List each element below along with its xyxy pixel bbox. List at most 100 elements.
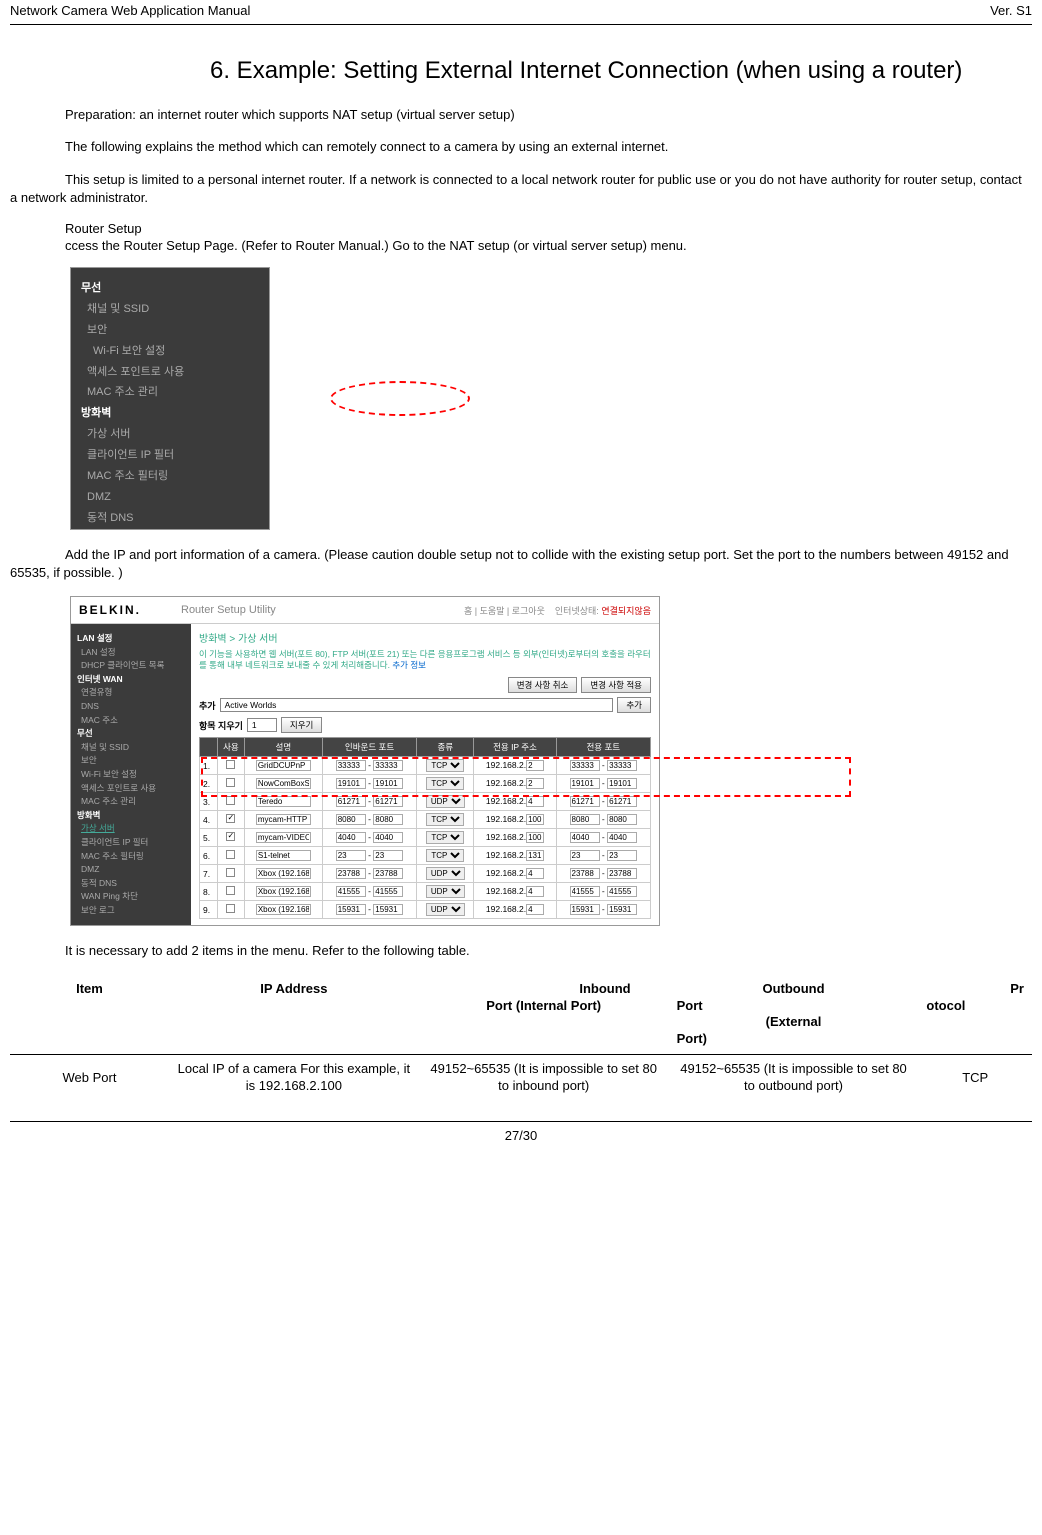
inbound-port1-input[interactable] <box>336 850 366 861</box>
menu-item[interactable]: 채널 및 SSID <box>71 299 269 320</box>
ip-input[interactable] <box>526 886 544 897</box>
inbound-port2-input[interactable] <box>373 760 403 771</box>
menu-item[interactable]: MAC 주소 관리 <box>71 382 269 403</box>
private-port1-input[interactable] <box>570 796 600 807</box>
cancel-button[interactable]: 변경 사항 취소 <box>508 677 578 693</box>
add-select[interactable]: Active Worlds <box>220 698 614 712</box>
sidebar-item[interactable]: 연결유형 <box>77 686 185 700</box>
inbound-port1-input[interactable] <box>336 886 366 897</box>
sidebar-item[interactable]: MAC 주소 관리 <box>77 795 185 809</box>
ip-input[interactable] <box>526 832 544 843</box>
inbound-port1-input[interactable] <box>336 814 366 825</box>
private-port2-input[interactable] <box>607 904 637 915</box>
sidebar-item[interactable]: 보안 로그 <box>77 904 185 918</box>
type-select[interactable]: TCP <box>426 777 464 790</box>
inbound-port2-input[interactable] <box>373 850 403 861</box>
sidebar-item-virtual-server[interactable]: 가상 서버 <box>77 822 185 836</box>
private-port1-input[interactable] <box>570 886 600 897</box>
enable-checkbox[interactable] <box>226 904 235 913</box>
private-port1-input[interactable] <box>570 814 600 825</box>
private-port1-input[interactable] <box>570 778 600 789</box>
ip-input[interactable] <box>526 904 544 915</box>
sidebar-item[interactable]: 채널 및 SSID <box>77 741 185 755</box>
inbound-port2-input[interactable] <box>373 778 403 789</box>
menu-item[interactable]: 클라이언트 IP 필터 <box>71 445 269 466</box>
menu-item[interactable]: 보안 <box>71 320 269 341</box>
ip-input[interactable] <box>526 760 544 771</box>
type-select[interactable]: TCP <box>426 849 464 862</box>
private-port1-input[interactable] <box>570 904 600 915</box>
inbound-port2-input[interactable] <box>373 886 403 897</box>
menu-item[interactable]: DMZ <box>71 487 269 508</box>
menu-item[interactable]: MAC 주소 필터링 <box>71 466 269 487</box>
ip-input[interactable] <box>526 814 544 825</box>
private-port2-input[interactable] <box>607 796 637 807</box>
type-select[interactable]: UDP <box>426 903 465 916</box>
inbound-port1-input[interactable] <box>336 760 366 771</box>
menu-item-virtual-server[interactable]: 가상 서버 <box>71 424 269 445</box>
desc-input[interactable] <box>256 904 311 915</box>
type-select[interactable]: UDP <box>426 867 465 880</box>
sidebar-item[interactable]: MAC 주소 필터링 <box>77 850 185 864</box>
inbound-port1-input[interactable] <box>336 832 366 843</box>
sidebar-item[interactable]: Wi-Fi 보안 설정 <box>77 768 185 782</box>
desc-input[interactable] <box>256 760 311 771</box>
sidebar-item[interactable]: 보안 <box>77 754 185 768</box>
private-port1-input[interactable] <box>570 832 600 843</box>
ip-input[interactable] <box>526 796 544 807</box>
sidebar-item[interactable]: DNS <box>77 700 185 714</box>
enable-checkbox[interactable] <box>226 796 235 805</box>
sidebar-item[interactable]: 액세스 포인트로 사용 <box>77 782 185 796</box>
desc-input[interactable] <box>256 796 311 807</box>
private-port1-input[interactable] <box>570 868 600 879</box>
menu-item[interactable]: 액세스 포인트로 사용 <box>71 362 269 383</box>
type-select[interactable]: UDP <box>426 885 465 898</box>
type-select[interactable]: TCP <box>426 831 464 844</box>
type-select[interactable]: UDP <box>426 795 465 808</box>
ip-input[interactable] <box>526 778 544 789</box>
enable-checkbox[interactable] <box>226 868 235 877</box>
desc-input[interactable] <box>256 778 311 789</box>
inbound-port2-input[interactable] <box>373 832 403 843</box>
private-port2-input[interactable] <box>607 886 637 897</box>
private-port1-input[interactable] <box>570 760 600 771</box>
sidebar-item[interactable]: 클라이언트 IP 필터 <box>77 836 185 850</box>
sidebar-item[interactable]: WAN Ping 차단 <box>77 890 185 904</box>
enable-checkbox[interactable] <box>226 850 235 859</box>
inbound-port2-input[interactable] <box>373 868 403 879</box>
clear-select[interactable]: 1 <box>247 718 277 732</box>
utility-nav-links[interactable]: 홈 | 도움말 | 로그아웃 <box>464 606 545 616</box>
inbound-port1-input[interactable] <box>336 904 366 915</box>
desc-input[interactable] <box>256 850 311 861</box>
sidebar-item[interactable]: MAC 주소 <box>77 714 185 728</box>
ip-input[interactable] <box>526 850 544 861</box>
inbound-port1-input[interactable] <box>336 868 366 879</box>
menu-item[interactable]: Wi-Fi 보안 설정 <box>71 341 269 362</box>
desc-input[interactable] <box>256 814 311 825</box>
desc-input[interactable] <box>256 886 311 897</box>
private-port2-input[interactable] <box>607 850 637 861</box>
utility-more-info-link[interactable]: 추가 정보 <box>392 660 426 670</box>
apply-button[interactable]: 변경 사항 적용 <box>581 677 651 693</box>
enable-checkbox[interactable] <box>226 886 235 895</box>
type-select[interactable]: TCP <box>426 813 464 826</box>
enable-checkbox[interactable] <box>226 760 235 769</box>
inbound-port2-input[interactable] <box>373 904 403 915</box>
private-port2-input[interactable] <box>607 814 637 825</box>
private-port2-input[interactable] <box>607 760 637 771</box>
clear-button[interactable]: 지우기 <box>281 717 322 733</box>
enable-checkbox[interactable] <box>226 778 235 787</box>
sidebar-item[interactable]: 동적 DNS <box>77 877 185 891</box>
ip-input[interactable] <box>526 868 544 879</box>
private-port2-input[interactable] <box>607 832 637 843</box>
enable-checkbox[interactable] <box>226 814 235 823</box>
sidebar-item[interactable]: DMZ <box>77 863 185 877</box>
inbound-port2-input[interactable] <box>373 814 403 825</box>
sidebar-item[interactable]: DHCP 클라이언트 목록 <box>77 659 185 673</box>
add-button[interactable]: 추가 <box>617 697 651 713</box>
inbound-port1-input[interactable] <box>336 796 366 807</box>
menu-item[interactable]: 동적 DNS <box>71 508 269 529</box>
private-port2-input[interactable] <box>607 868 637 879</box>
private-port1-input[interactable] <box>570 850 600 861</box>
type-select[interactable]: TCP <box>426 759 464 772</box>
